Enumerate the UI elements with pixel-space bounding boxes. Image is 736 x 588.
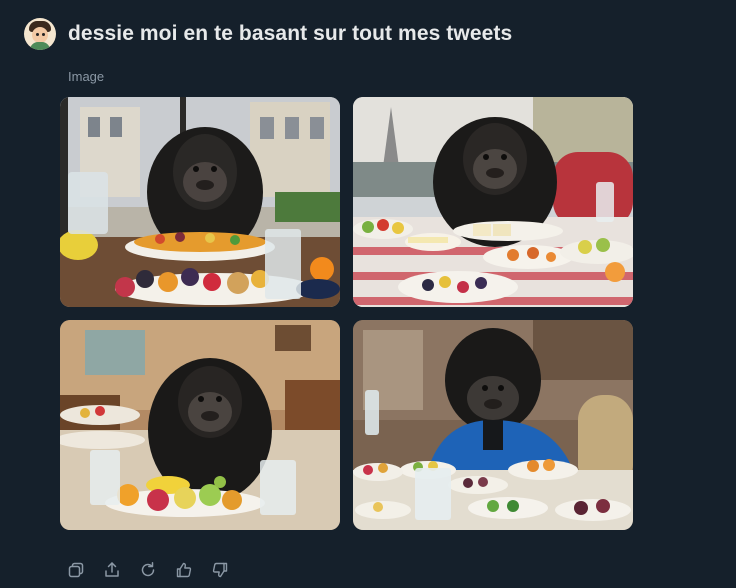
thumbs-up-button[interactable] bbox=[174, 560, 194, 580]
regenerate-button[interactable] bbox=[138, 560, 158, 580]
message-actions bbox=[66, 560, 230, 580]
copy-icon bbox=[68, 562, 84, 578]
share-button[interactable] bbox=[102, 560, 122, 580]
gorilla-dining-paris-terrace-image bbox=[353, 97, 633, 307]
message-header: dessie moi en te basant sur tout mes twe… bbox=[24, 18, 512, 50]
share-icon bbox=[105, 562, 119, 577]
chat-view: dessie moi en te basant sur tout mes twe… bbox=[0, 0, 736, 588]
regenerate-icon bbox=[141, 562, 155, 577]
image-grid bbox=[60, 97, 633, 530]
thumbs-down-icon bbox=[212, 562, 228, 578]
media-label: Image bbox=[68, 69, 105, 84]
thumbs-up-icon bbox=[176, 562, 192, 578]
copy-button[interactable] bbox=[66, 560, 86, 580]
generated-image-1[interactable] bbox=[60, 97, 340, 307]
gorilla-dining-restaurant-fruit-image bbox=[60, 320, 340, 530]
user-prompt: dessie moi en te basant sur tout mes twe… bbox=[68, 22, 513, 45]
gorilla-dining-fruit-cafe-image bbox=[60, 97, 340, 307]
user-avatar[interactable] bbox=[24, 18, 56, 50]
gorilla-blue-jacket-dining-image bbox=[353, 320, 633, 530]
generated-image-2[interactable] bbox=[353, 97, 633, 307]
thumbs-down-button[interactable] bbox=[210, 560, 230, 580]
generated-image-3[interactable] bbox=[60, 320, 340, 530]
generated-image-4[interactable] bbox=[353, 320, 633, 530]
